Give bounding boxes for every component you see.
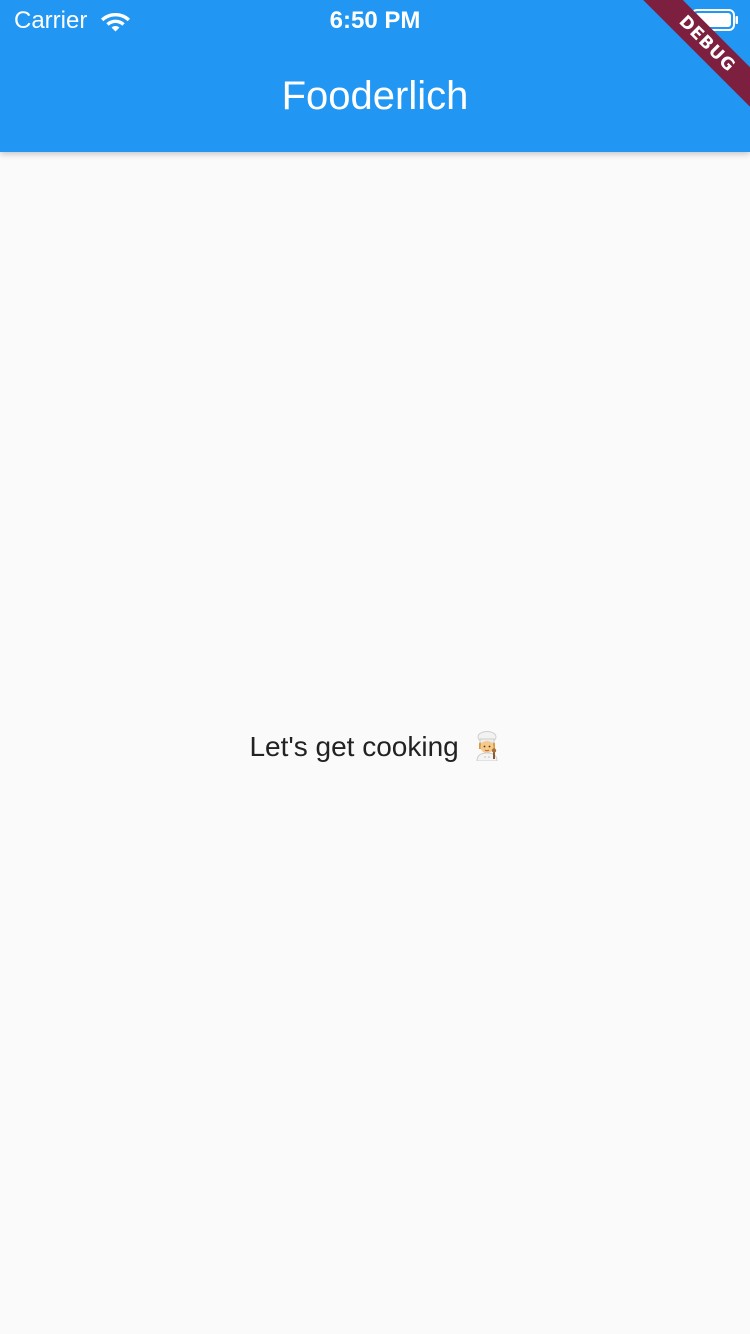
status-bar: Carrier 6:50 PM: [0, 0, 750, 40]
main-content: Let's get cooking: [0, 152, 750, 1334]
app-bar-title: Fooderlich: [281, 74, 469, 118]
welcome-message: Let's get cooking: [0, 730, 750, 764]
cook-emoji-icon: [476, 730, 498, 761]
app-screen: Carrier 6:50 PM Fooderlich DEBUG Let's g…: [0, 0, 750, 1334]
status-time: 6:50 PM: [329, 7, 421, 34]
battery-icon: [691, 9, 738, 31]
welcome-text: Let's get cooking: [249, 731, 459, 762]
app-bar: Carrier 6:50 PM Fooderlich: [0, 0, 750, 152]
